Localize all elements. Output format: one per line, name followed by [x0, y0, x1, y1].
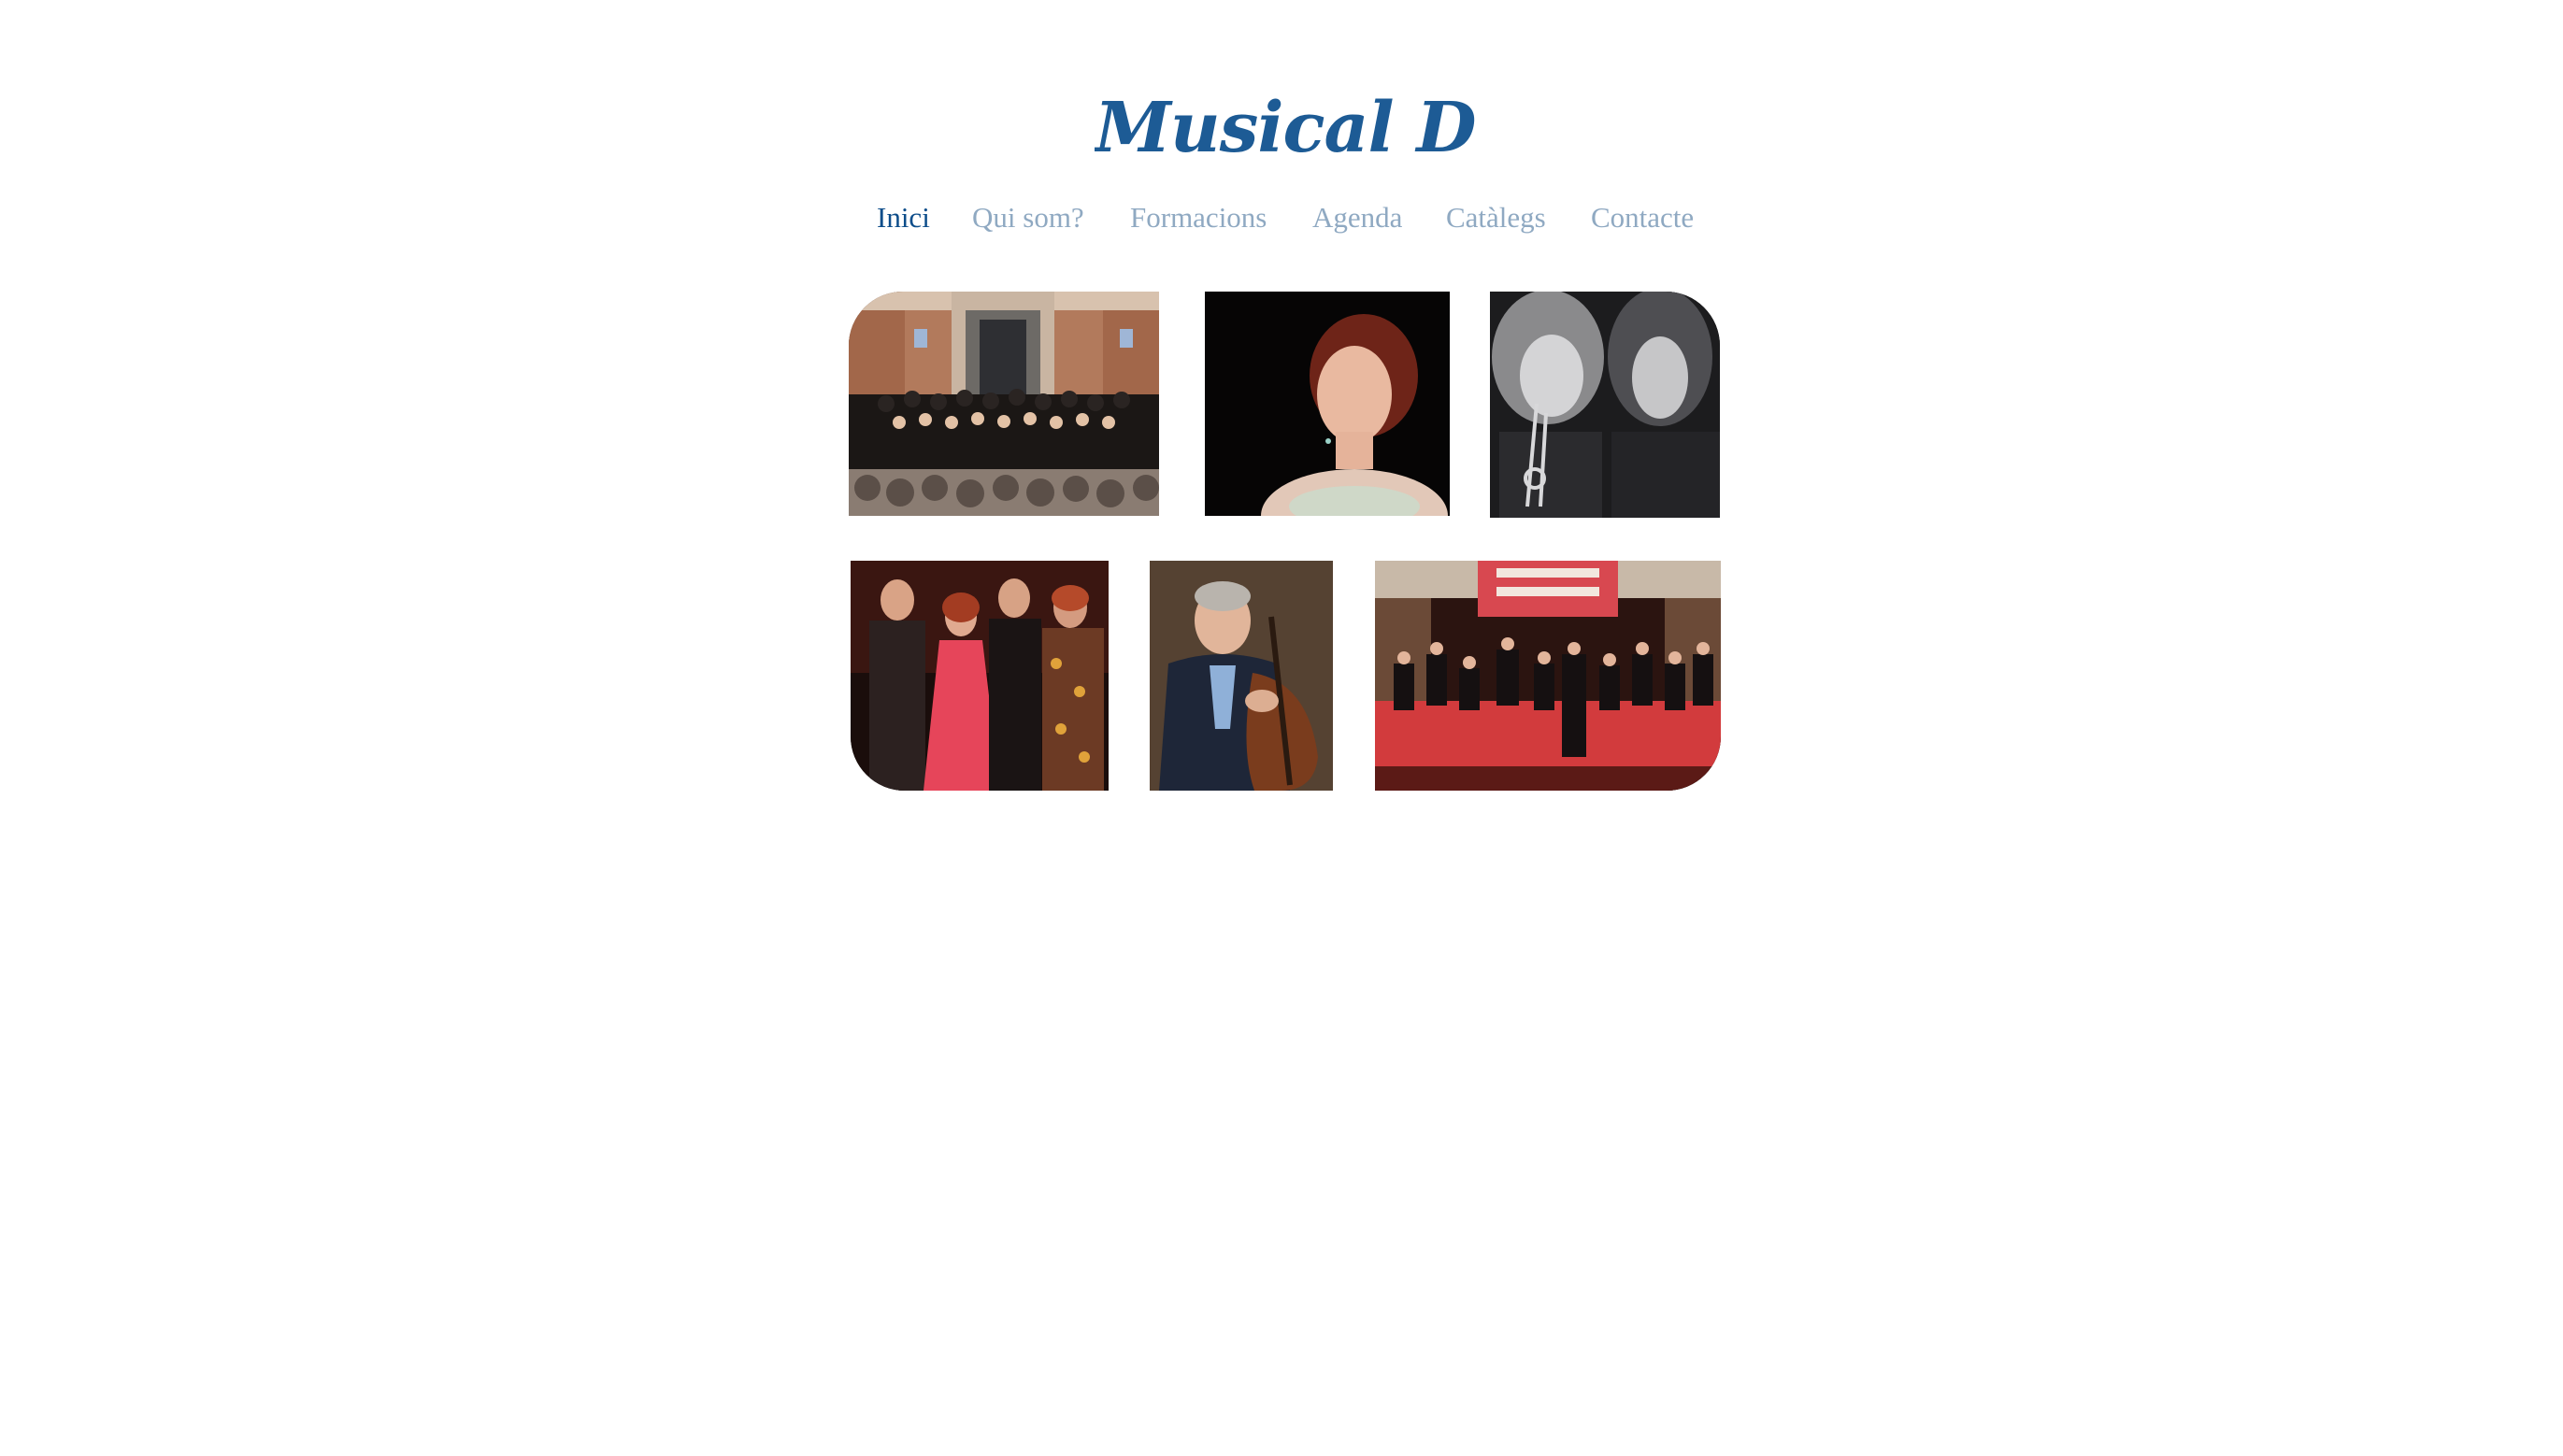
photo-trumpet-duo[interactable]	[1490, 292, 1720, 518]
site-logo[interactable]: Musical Difusió	[1092, 86, 1688, 172]
double-bass-player-image	[1150, 561, 1333, 791]
photo-choir-concert[interactable]	[849, 292, 1159, 516]
photo-double-bass-player[interactable]	[1150, 561, 1333, 791]
nav-item-qui-som[interactable]: Qui som?	[972, 194, 1084, 241]
trumpet-duo-image	[1490, 292, 1720, 518]
chamber-orchestra-image	[1375, 561, 1721, 791]
quartet-image	[851, 561, 1109, 791]
nav-item-agenda[interactable]: Agenda	[1312, 194, 1402, 241]
main-nav: Inici Qui som? Formacions Agenda Catàleg…	[0, 194, 2563, 241]
logo-wordmark: Musical Difusió	[1092, 88, 1688, 168]
photo-quartet[interactable]	[851, 561, 1109, 791]
photo-chamber-orchestra[interactable]	[1375, 561, 1721, 791]
nav-item-catalegs[interactable]: Catàlegs	[1446, 194, 1546, 241]
nav-item-contacte[interactable]: Contacte	[1591, 194, 1694, 241]
nav-item-inici[interactable]: Inici	[877, 194, 930, 241]
logo-text: Musical Difusió	[1095, 88, 1478, 168]
choir-concert-image	[849, 292, 1159, 516]
nav-item-formacions[interactable]: Formacions	[1130, 194, 1267, 241]
soprano-image	[1205, 292, 1450, 516]
photo-soprano[interactable]	[1205, 292, 1450, 516]
